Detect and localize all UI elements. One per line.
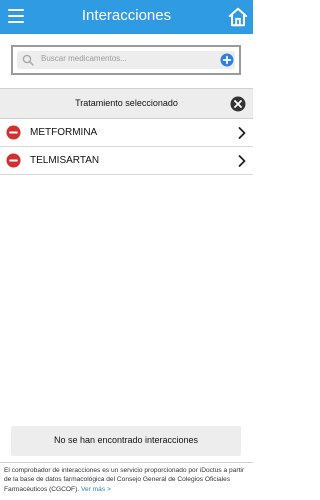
treatment-item[interactable]: METFORMINA bbox=[0, 119, 253, 147]
chevron-right-icon bbox=[238, 155, 246, 167]
treatment-item-name: TELMISARTAN bbox=[30, 155, 100, 166]
remove-circle-icon[interactable] bbox=[6, 125, 21, 140]
footer-disclaimer: El comprobador de interacciones es un se… bbox=[0, 462, 253, 500]
treatment-header-label: Tratamiento seleccionado bbox=[75, 98, 178, 108]
add-circle-icon[interactable] bbox=[220, 53, 234, 67]
no-interactions-message: No se han encontrado interacciones bbox=[53, 435, 199, 445]
app-bar: Interacciones bbox=[0, 0, 253, 34]
remove-circle-icon[interactable] bbox=[6, 153, 21, 168]
search-box: Buscar medicamentos... bbox=[11, 45, 241, 75]
search-placeholder: Buscar medicamentos... bbox=[41, 54, 127, 63]
close-circle-icon[interactable] bbox=[230, 96, 246, 112]
no-interactions-box: No se han encontrado interacciones bbox=[11, 426, 241, 456]
treatment-item[interactable]: TELMISARTAN bbox=[0, 147, 253, 175]
chevron-right-icon bbox=[238, 127, 246, 139]
treatment-item-name: METFORMINA bbox=[30, 127, 98, 138]
home-icon[interactable] bbox=[227, 6, 249, 28]
page-title: Interacciones bbox=[81, 7, 172, 24]
search-area: Buscar medicamentos... bbox=[0, 34, 253, 88]
footer-text: El comprobador de interacciones es un se… bbox=[4, 467, 245, 493]
treatment-header: Tratamiento seleccionado bbox=[0, 88, 253, 119]
see-more-link[interactable]: Ver más > bbox=[81, 486, 111, 493]
search-input[interactable]: Buscar medicamentos... bbox=[17, 51, 235, 69]
search-icon bbox=[22, 54, 34, 66]
